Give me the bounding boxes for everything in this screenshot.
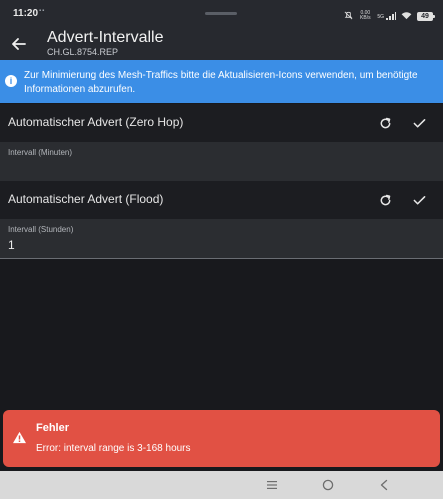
refresh-icon xyxy=(380,117,390,128)
nav-back-button[interactable] xyxy=(376,477,392,493)
mute-icon xyxy=(344,7,353,25)
nav-recents-button[interactable] xyxy=(264,477,280,493)
cell-signal-icon: 5G xyxy=(377,12,396,20)
refresh-button-flood[interactable] xyxy=(377,192,393,208)
section-title-zero-hop: Automatischer Advert (Zero Hop) xyxy=(8,115,184,129)
error-snackbar: Fehler Error: interval range is 3-168 ho… xyxy=(3,410,440,467)
interval-minutes-field[interactable]: Intervall (Minuten) xyxy=(0,142,443,182)
error-title: Fehler xyxy=(36,422,70,434)
battery-icon: 49 xyxy=(417,11,435,21)
page-subtitle: CH.GL.8754.REP xyxy=(47,47,119,57)
network-type: 5G xyxy=(377,14,384,20)
section-zero-hop: Automatischer Advert (Zero Hop) xyxy=(0,104,443,142)
field-label-hours: Intervall (Stunden) xyxy=(8,225,74,234)
refresh-button-zero-hop[interactable] xyxy=(377,115,393,131)
back-icon xyxy=(380,479,388,491)
interval-minutes-input[interactable] xyxy=(8,160,428,176)
warning-icon xyxy=(13,431,26,444)
camera-notch xyxy=(205,12,237,15)
screen: 11:20 ▪▪ 0.00 KB/s 5G 49 Advert-Interval… xyxy=(0,0,443,499)
home-icon xyxy=(322,479,334,491)
net-speed: 0.00 KB/s xyxy=(358,11,372,21)
wifi-icon xyxy=(401,7,412,25)
notification-dots: ▪▪ xyxy=(39,8,46,14)
check-icon xyxy=(413,118,425,128)
status-icons: 0.00 KB/s 5G 49 xyxy=(344,7,435,25)
status-time: 11:20 xyxy=(13,8,39,19)
system-nav-bar xyxy=(0,471,443,499)
section-flood: Automatischer Advert (Flood) xyxy=(0,181,443,219)
confirm-button-flood[interactable] xyxy=(411,192,427,208)
error-message: Error: interval range is 3-168 hours xyxy=(36,443,191,454)
info-icon: i xyxy=(5,75,17,87)
menu-icon xyxy=(267,481,277,489)
back-button[interactable] xyxy=(10,36,28,52)
interval-hours-input[interactable] xyxy=(8,237,428,253)
interval-hours-field[interactable]: Intervall (Stunden) xyxy=(0,219,443,259)
arrow-left-icon xyxy=(12,38,26,50)
nav-home-button[interactable] xyxy=(320,477,336,493)
confirm-button-zero-hop[interactable] xyxy=(411,115,427,131)
info-banner: i Zur Minimierung des Mesh-Traffics bitt… xyxy=(0,60,443,103)
app-bar: 11:20 ▪▪ 0.00 KB/s 5G 49 Advert-Interval… xyxy=(0,0,443,60)
section-title-flood: Automatischer Advert (Flood) xyxy=(8,192,164,206)
page-title: Advert-Intervalle xyxy=(47,29,164,46)
net-speed-unit: KB/s xyxy=(360,15,371,21)
field-label-minutes: Intervall (Minuten) xyxy=(8,148,73,157)
info-text: Zur Minimierung des Mesh-Traffics bitte … xyxy=(24,70,418,95)
check-icon xyxy=(413,195,425,205)
refresh-icon xyxy=(380,194,390,205)
